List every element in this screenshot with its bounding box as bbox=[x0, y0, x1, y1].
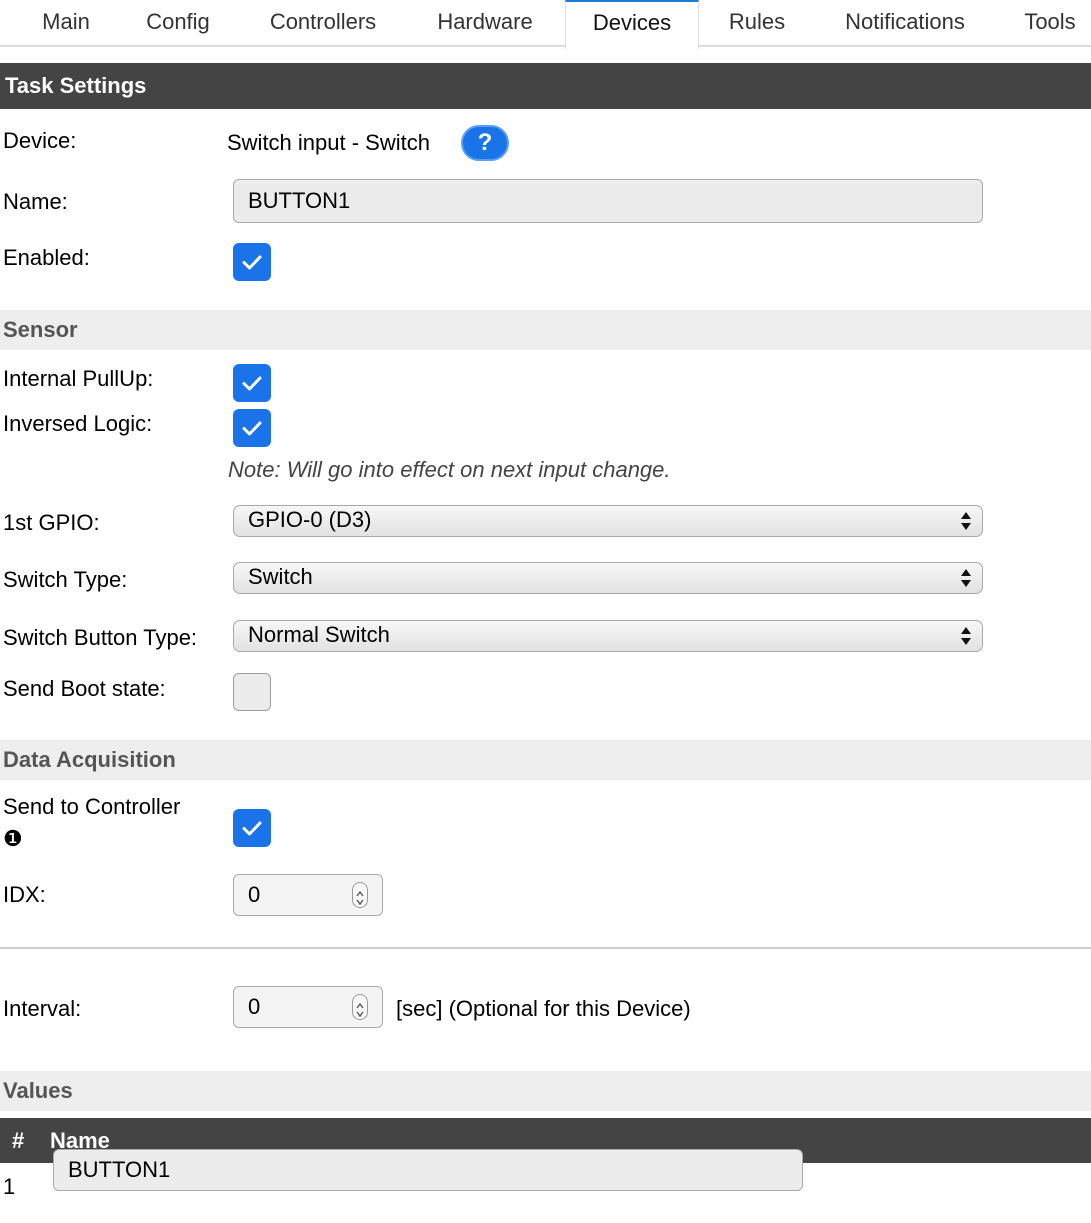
gpio-select-value: GPIO-0 (D3) bbox=[248, 507, 372, 532]
send-controller-checkbox[interactable] bbox=[233, 809, 271, 847]
inversed-note: Note: Will go into effect on next input … bbox=[228, 457, 671, 482]
inversed-label: Inversed Logic: bbox=[3, 411, 153, 436]
name-input[interactable]: BUTTON1 bbox=[233, 179, 983, 223]
idx-stepper[interactable] bbox=[352, 882, 368, 908]
boot-state-label: Send Boot state: bbox=[3, 676, 166, 701]
tab-notifications[interactable]: Notifications bbox=[822, 0, 988, 46]
idx-label: IDX: bbox=[3, 882, 46, 907]
tab-main[interactable]: Main bbox=[18, 0, 114, 46]
tab-bar: Main Config Controllers Hardware Devices… bbox=[0, 0, 1091, 49]
values-header: Values bbox=[0, 1071, 1091, 1111]
sensor-header: Sensor bbox=[0, 310, 1091, 350]
value-row-number: 1 bbox=[3, 1174, 16, 1199]
boot-state-checkbox[interactable] bbox=[233, 673, 271, 711]
name-label: Name: bbox=[3, 189, 68, 214]
gpio-select[interactable]: GPIO-0 (D3) bbox=[233, 505, 983, 537]
tab-tools[interactable]: Tools bbox=[1008, 0, 1091, 46]
pullup-label: Internal PullUp: bbox=[3, 366, 154, 391]
check-icon bbox=[242, 821, 262, 836]
value-name-input[interactable]: BUTTON1 bbox=[53, 1149, 803, 1191]
stepper-icon bbox=[356, 890, 364, 906]
interval-input[interactable]: 0 bbox=[233, 986, 383, 1028]
controller-number: ❶ bbox=[3, 826, 23, 851]
idx-value: 0 bbox=[248, 882, 261, 907]
tab-devices[interactable]: Devices bbox=[565, 0, 699, 49]
question-icon[interactable]: ? bbox=[461, 125, 509, 161]
tab-hardware[interactable]: Hardware bbox=[418, 0, 552, 46]
interval-stepper[interactable] bbox=[352, 994, 368, 1020]
switch-type-select-value: Switch bbox=[248, 564, 313, 589]
button-type-label: Switch Button Type: bbox=[3, 625, 198, 650]
switch-type-label: Switch Type: bbox=[3, 567, 128, 592]
inversed-checkbox[interactable] bbox=[233, 409, 271, 447]
tab-config[interactable]: Config bbox=[128, 0, 228, 46]
gpio-label: 1st GPIO: bbox=[3, 510, 100, 535]
switch-type-select[interactable]: Switch bbox=[233, 562, 983, 594]
task-settings-header: Task Settings bbox=[0, 63, 1091, 109]
button-type-select-value: Normal Switch bbox=[248, 622, 390, 647]
interval-value: 0 bbox=[248, 994, 261, 1019]
select-arrows-icon bbox=[961, 569, 971, 587]
send-controller-label: Send to Controller bbox=[3, 794, 181, 819]
device-label: Device: bbox=[3, 128, 77, 153]
check-icon bbox=[242, 376, 262, 391]
enabled-label: Enabled: bbox=[3, 245, 90, 270]
interval-label: Interval: bbox=[3, 996, 82, 1021]
data-acquisition-header: Data Acquisition bbox=[0, 740, 1091, 780]
divider bbox=[0, 947, 1091, 949]
enabled-checkbox[interactable] bbox=[233, 243, 271, 281]
tab-controllers[interactable]: Controllers bbox=[250, 0, 396, 46]
idx-input[interactable]: 0 bbox=[233, 874, 383, 916]
tab-rules[interactable]: Rules bbox=[712, 0, 802, 46]
select-arrows-icon bbox=[961, 627, 971, 645]
stepper-icon bbox=[356, 1002, 364, 1018]
device-value: Switch input - Switch bbox=[227, 130, 430, 155]
check-icon bbox=[242, 421, 262, 436]
check-icon bbox=[242, 255, 262, 270]
select-arrows-icon bbox=[961, 512, 971, 530]
button-type-select[interactable]: Normal Switch bbox=[233, 620, 983, 652]
pullup-checkbox[interactable] bbox=[233, 364, 271, 402]
interval-suffix: [sec] (Optional for this Device) bbox=[396, 996, 691, 1021]
